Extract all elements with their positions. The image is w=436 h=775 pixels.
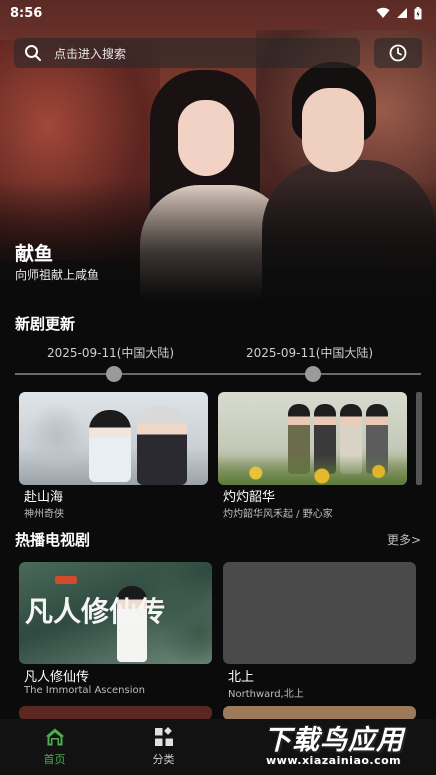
poster-flowers [218,455,407,485]
poster-bei-shang[interactable] [223,562,416,664]
nav-category-label: 分类 [152,753,175,766]
battery-icon [414,6,422,19]
hero-subtitle: 向师祖献上咸鱼 [15,268,100,282]
card-subtitle: 神州奇侠 [24,509,64,520]
wifi-icon [376,7,390,19]
watermark-logo: 下载鸟应用 www.xiazainiao.com [258,716,432,772]
card-title: 赴山海 [24,490,64,505]
search-row: 点击进入搜索 [14,38,422,68]
poster-badge [55,576,77,584]
nav-category[interactable]: 分类 [109,719,218,775]
category-icon [154,727,173,746]
section-title-new-updates: 新剧更新 [15,315,76,333]
card-subtitle: 灼灼韶华风禾起 / 野心家 [223,509,333,520]
hero-actor-face [302,88,364,172]
card-title: 北上 [228,670,255,685]
history-button[interactable] [374,38,422,68]
card-title: 灼灼韶华 [223,490,276,505]
search-icon [25,45,41,61]
poster-zhuo-zhuo-shao-hua[interactable] [218,392,407,485]
nav-home[interactable]: 首页 [0,719,109,775]
hero-title: 献鱼 [15,243,54,265]
search-placeholder: 点击进入搜索 [54,46,127,61]
signal-icon [397,8,407,18]
nav-home-label: 首页 [43,753,66,766]
watermark-text: 下载鸟应用 [264,725,404,756]
status-icons [376,6,422,20]
section-title-hot-tv: 热播电视剧 [15,531,91,549]
card-title: 凡人修仙传 [24,670,90,685]
timeline-date: 2025-09-11(中国大陆) [246,346,374,360]
card-subtitle: Northward,北上 [228,689,304,700]
timeline-dot [305,366,321,382]
status-time: 8:56 [10,5,43,21]
more-link[interactable]: 更多> [387,531,421,548]
poster-next-peek[interactable] [416,392,422,485]
poster-figure [89,410,131,482]
home-icon [45,728,64,746]
timeline-date: 2025-09-11(中国大陆) [47,346,175,360]
poster-row-peek[interactable] [19,706,212,720]
watermark-url: www.xiazainiao.com [266,754,402,767]
timeline-line [15,373,421,375]
hero-actress-face [178,100,234,176]
clock-icon [389,44,407,62]
poster-fan-ren-xiu-xian-zhuan[interactable]: 凡人修仙传 [19,562,212,664]
card-subtitle: The Immortal Ascension [24,685,145,696]
poster-calligraphy-logo: 凡人修仙传 [25,595,166,628]
poster-figure [137,406,187,485]
search-input[interactable]: 点击进入搜索 [14,38,360,68]
poster-fu-shan-hai[interactable] [19,392,208,485]
status-bar: 8:56 [0,0,436,26]
timeline-dot [106,366,122,382]
poster-ink-brush [27,402,87,472]
